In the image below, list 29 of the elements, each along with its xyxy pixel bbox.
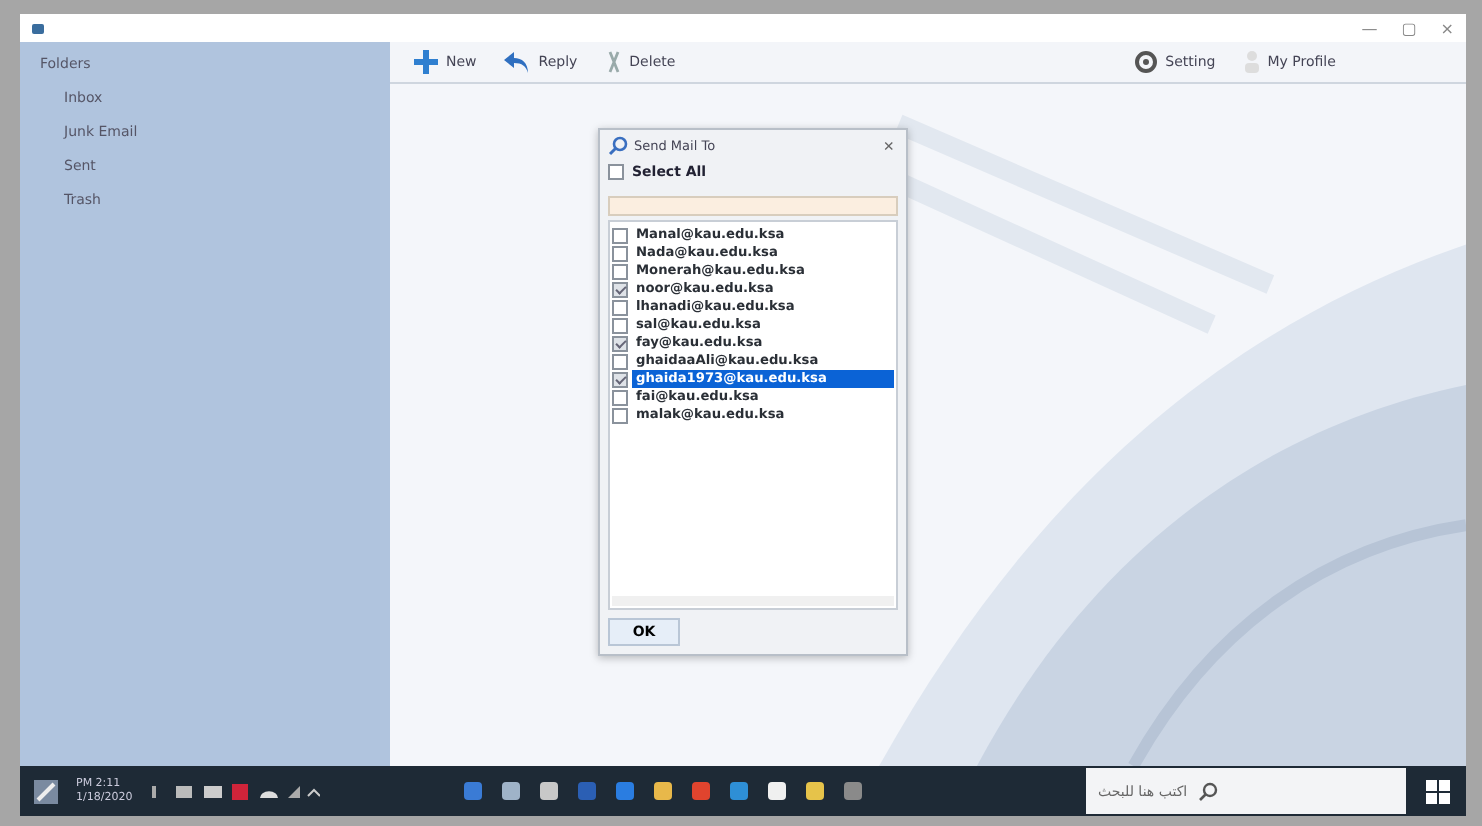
filter-field[interactable] <box>608 196 898 216</box>
search-icon <box>1197 781 1218 801</box>
checkbox[interactable] <box>612 335 628 351</box>
reply-icon <box>504 51 531 73</box>
window-control[interactable]: ▢ <box>1401 19 1417 37</box>
checkbox[interactable] <box>612 407 628 423</box>
plus-icon <box>414 50 438 74</box>
search-icon <box>608 135 628 155</box>
person-icon <box>1243 50 1260 74</box>
checkbox[interactable] <box>612 263 628 279</box>
checkbox[interactable] <box>608 164 624 180</box>
settings-icon <box>1133 50 1158 74</box>
system-tray-icons[interactable] <box>148 781 321 801</box>
scrollbar[interactable] <box>612 596 894 606</box>
close-button[interactable]: × <box>879 135 898 155</box>
windows-logo-icon[interactable] <box>1426 779 1450 803</box>
checkbox[interactable] <box>612 353 628 369</box>
app-icon <box>32 23 44 33</box>
pen-icon[interactable] <box>32 777 60 805</box>
checkbox[interactable] <box>612 371 628 387</box>
checkbox[interactable] <box>612 317 628 333</box>
checkbox[interactable] <box>612 299 628 315</box>
window-control[interactable]: × <box>1440 19 1454 37</box>
checkbox[interactable] <box>612 227 628 243</box>
checkbox[interactable] <box>612 281 628 297</box>
window-control[interactable]: — <box>1361 19 1378 37</box>
delete-icon <box>605 50 622 74</box>
checkbox[interactable] <box>612 245 628 261</box>
checkbox[interactable] <box>612 389 628 405</box>
